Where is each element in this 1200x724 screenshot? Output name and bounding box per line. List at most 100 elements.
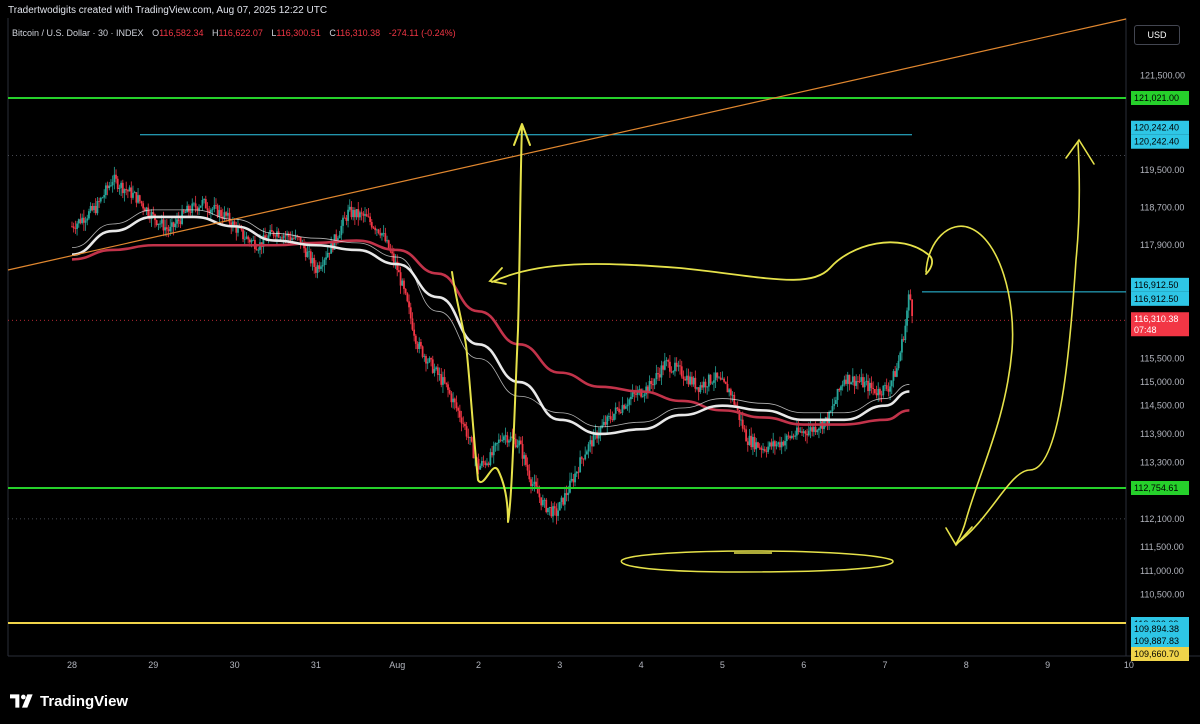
candle-body [215, 205, 217, 206]
candle-body [855, 381, 858, 386]
candle-body [841, 384, 844, 387]
candle-body [562, 497, 565, 505]
candle-body [279, 237, 282, 239]
candle-body [413, 329, 416, 336]
candle-body [116, 178, 119, 189]
candle-body [702, 381, 705, 388]
drawn-arrow-up-right[interactable] [1065, 138, 1095, 165]
candle-body [890, 380, 893, 387]
candle-body [812, 426, 815, 432]
candle-body [248, 239, 251, 243]
time-tick-label: 30 [230, 660, 240, 670]
candle-body [619, 412, 622, 414]
candle-body [519, 440, 522, 444]
candle-body [81, 217, 84, 224]
candle-body [569, 480, 571, 493]
candle-body [72, 226, 75, 229]
candle-body [364, 214, 366, 216]
candle-body [409, 307, 412, 319]
candle-body [318, 265, 321, 269]
candle-body [624, 406, 627, 409]
candle-body [462, 423, 465, 425]
candle-body [668, 361, 671, 372]
candle-body [889, 386, 891, 392]
ma-red-line [71, 239, 910, 426]
candle-body [757, 442, 759, 448]
candle-body [418, 342, 421, 349]
candle-body [707, 374, 710, 387]
candle-body [404, 288, 407, 294]
candle-body [426, 361, 429, 364]
candle-body [86, 218, 89, 221]
candle-body [152, 212, 155, 215]
candle-body [816, 430, 819, 433]
candle-body [613, 413, 615, 420]
candle-body [486, 463, 488, 466]
candle-body [704, 381, 707, 388]
candle-body [509, 436, 512, 441]
candle-body [435, 367, 438, 370]
candle-body [553, 506, 556, 509]
candle-body [84, 220, 87, 223]
price-chart[interactable]: 121,500.00 119,500.00 118,700.00 117,900.00… [0, 0, 1200, 724]
drawn-up-curve[interactable] [955, 141, 1081, 545]
candle-body [799, 431, 802, 433]
candle-body [348, 206, 351, 210]
candle-body [724, 381, 727, 384]
trendline-orange[interactable] [7, 18, 1127, 271]
candle-body [611, 419, 614, 420]
candle-body [362, 213, 365, 216]
candle-body [902, 339, 905, 341]
candle-body [326, 252, 329, 258]
currency-button[interactable]: USD [1134, 25, 1180, 45]
candle-body [621, 405, 624, 413]
tradingview-brand[interactable]: TradingView [10, 690, 128, 712]
candle-body [203, 199, 206, 201]
candle-body [663, 360, 666, 370]
candle-body [675, 362, 678, 367]
drawn-curve-to-resistance[interactable] [491, 241, 933, 283]
candle-body [558, 502, 561, 511]
candle-body [606, 416, 609, 425]
candle-body [828, 411, 831, 425]
candle-body [467, 436, 470, 438]
candle-body [685, 375, 688, 381]
candle-body [321, 265, 324, 267]
time-tick-label: 8 [964, 660, 969, 670]
candle-body [128, 187, 131, 192]
candle-body [901, 339, 903, 353]
candle-body [306, 251, 309, 258]
candle-body [484, 462, 487, 466]
countdown-label: 07:48 [1134, 325, 1157, 335]
price-tick-label: 113,300.00 [1140, 457, 1184, 467]
candle-body [325, 257, 327, 260]
price-tick-label: 111,500.00 [1140, 542, 1184, 552]
candle-body [723, 378, 725, 382]
candle-body [172, 222, 175, 228]
candle-body [98, 201, 100, 202]
candle-body [184, 212, 187, 214]
candle-body [701, 385, 703, 388]
candle-body [101, 197, 104, 199]
price-axis-labels: 121,500.00 119,500.00 118,700.00 117,900.00… [1131, 70, 1189, 661]
candle-body [657, 373, 659, 375]
candle-body [765, 450, 768, 452]
candle-body [575, 471, 578, 474]
candle-body [133, 192, 136, 193]
candle-body [142, 203, 145, 209]
candle-body [523, 455, 526, 459]
candle-body [374, 227, 377, 231]
candle-body [423, 356, 426, 357]
candle-body [906, 310, 908, 326]
hand-drawings-layer [7, 18, 1127, 573]
candle-body [692, 377, 695, 385]
drawn-arrow-head-left[interactable] [488, 267, 507, 285]
candle-body [284, 235, 287, 237]
candle-body [187, 205, 190, 212]
candle-body [538, 493, 541, 498]
candle-body [199, 205, 202, 208]
price-tick-label: 110,500.00 [1140, 589, 1184, 599]
drawn-ellipse[interactable] [620, 550, 894, 573]
candle-body [772, 441, 775, 447]
candle-body [853, 376, 856, 386]
